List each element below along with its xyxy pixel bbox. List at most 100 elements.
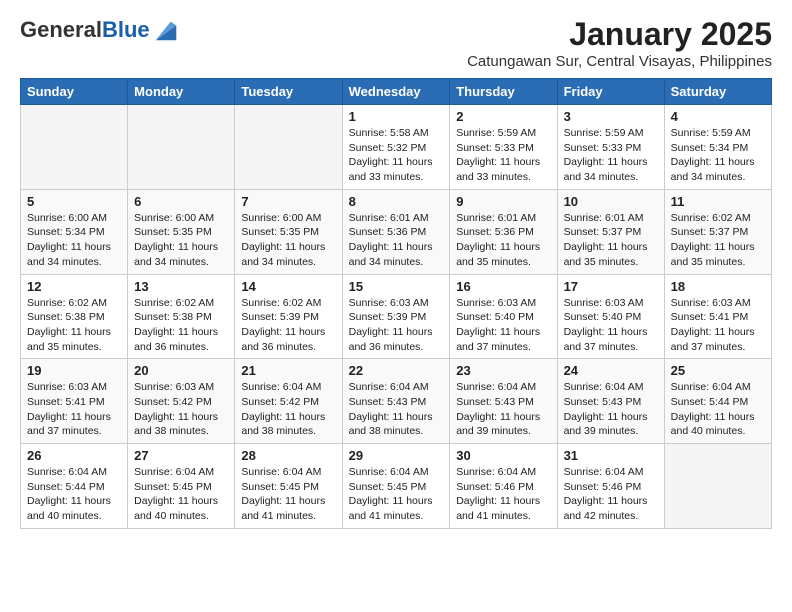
day-number: 29 (349, 448, 444, 463)
weekday-header-sunday: Sunday (21, 79, 128, 105)
logo-icon (152, 16, 180, 44)
calendar-week-4: 19Sunrise: 6:03 AMSunset: 5:41 PMDayligh… (21, 359, 772, 444)
calendar-week-3: 12Sunrise: 6:02 AMSunset: 5:38 PMDayligh… (21, 274, 772, 359)
daylight-text: Daylight: 11 hours and 34 minutes. (564, 156, 648, 183)
daylight-text: Daylight: 11 hours and 33 minutes. (456, 156, 540, 183)
day-number: 3 (564, 109, 658, 124)
calendar-cell: 27Sunrise: 6:04 AMSunset: 5:45 PMDayligh… (128, 444, 235, 529)
sunset-text: Sunset: 5:43 PM (456, 396, 534, 408)
sunset-text: Sunset: 5:44 PM (27, 481, 105, 493)
calendar-cell: 22Sunrise: 6:04 AMSunset: 5:43 PMDayligh… (342, 359, 450, 444)
day-info: Sunrise: 6:00 AMSunset: 5:35 PMDaylight:… (241, 211, 335, 270)
calendar-week-2: 5 Sunrise: 6:00 AM Sunset: 5:34 PM Daylight… (21, 189, 772, 274)
daylight-text: Daylight: 11 hours and 36 minutes. (241, 326, 325, 353)
day-info: Sunrise: 6:04 AMSunset: 5:45 PMDaylight:… (349, 465, 444, 524)
calendar-cell: 6 Sunrise: 6:00 AMSunset: 5:35 PMDaylight… (128, 189, 235, 274)
calendar-cell: 30Sunrise: 6:04 AMSunset: 5:46 PMDayligh… (450, 444, 557, 529)
day-info: Sunrise: 6:04 AMSunset: 5:43 PMDaylight:… (456, 380, 550, 439)
sunrise-text: Sunrise: 6:04 AM (564, 381, 644, 393)
day-number: 31 (564, 448, 658, 463)
day-info: Sunrise: 6:04 AMSunset: 5:45 PMDaylight:… (134, 465, 228, 524)
sunrise-text: Sunrise: 6:01 AM (456, 212, 536, 224)
sunset-text: Sunset: 5:34 PM (27, 226, 105, 238)
calendar-cell (128, 105, 235, 190)
calendar-cell: 26Sunrise: 6:04 AMSunset: 5:44 PMDayligh… (21, 444, 128, 529)
sunrise-text: Sunrise: 6:01 AM (349, 212, 429, 224)
sunrise-text: Sunrise: 6:02 AM (671, 212, 751, 224)
sunset-text: Sunset: 5:42 PM (134, 396, 212, 408)
daylight-text: Daylight: 11 hours and 34 minutes. (671, 156, 755, 183)
sunset-text: Sunset: 5:40 PM (456, 311, 534, 323)
daylight-text: Daylight: 11 hours and 37 minutes. (456, 326, 540, 353)
sunset-text: Sunset: 5:45 PM (241, 481, 319, 493)
daylight-text: Daylight: 11 hours and 37 minutes. (564, 326, 648, 353)
sunset-text: Sunset: 5:36 PM (456, 226, 534, 238)
daylight-text: Daylight: 11 hours and 34 minutes. (134, 241, 218, 268)
day-number: 4 (671, 109, 765, 124)
day-number: 28 (241, 448, 335, 463)
page-subtitle: Catungawan Sur, Central Visayas, Philipp… (467, 53, 772, 70)
day-info: Sunrise: 6:00 AMSunset: 5:35 PMDaylight:… (134, 211, 228, 270)
sunset-text: Sunset: 5:33 PM (456, 142, 534, 154)
calendar-cell (21, 105, 128, 190)
daylight-text: Daylight: 11 hours and 35 minutes. (671, 241, 755, 268)
day-number: 11 (671, 194, 765, 209)
sunrise-text: Sunrise: 6:04 AM (241, 466, 321, 478)
sunrise-text: Sunrise: 6:03 AM (564, 297, 644, 309)
day-number: 17 (564, 279, 658, 294)
daylight-text: Daylight: 11 hours and 36 minutes. (349, 326, 433, 353)
daylight-text: Daylight: 11 hours and 40 minutes. (671, 411, 755, 438)
daylight-text: Daylight: 11 hours and 36 minutes. (134, 326, 218, 353)
day-number: 6 (134, 194, 228, 209)
day-info: Sunrise: 6:00 AM Sunset: 5:34 PM Daylight:… (27, 211, 121, 270)
sunrise-text: Sunrise: 6:00 AM (241, 212, 321, 224)
sunset-text: Sunset: 5:39 PM (349, 311, 427, 323)
calendar-cell (664, 444, 771, 529)
weekday-header-wednesday: Wednesday (342, 79, 450, 105)
day-info: Sunrise: 6:04 AM Sunset: 5:42 PM Daylight:… (241, 380, 335, 439)
calendar-cell: 16Sunrise: 6:03 AMSunset: 5:40 PMDayligh… (450, 274, 557, 359)
daylight-text: Daylight: 11 hours and 38 minutes. (349, 411, 433, 438)
day-info: Sunrise: 5:59 AMSunset: 5:34 PMDaylight:… (671, 126, 765, 185)
day-info: Sunrise: 6:03 AMSunset: 5:40 PMDaylight:… (456, 296, 550, 355)
sunset-text: Sunset: 5:42 PM (241, 396, 319, 408)
day-info: Sunrise: 6:03 AMSunset: 5:41 PMDaylight:… (27, 380, 121, 439)
sunset-text: Sunset: 5:33 PM (564, 142, 642, 154)
logo: GeneralBlue (20, 16, 180, 44)
sunrise-text: Sunrise: 6:04 AM (241, 381, 321, 393)
day-number: 20 (134, 363, 228, 378)
daylight-text: Daylight: 11 hours and 38 minutes. (241, 411, 325, 438)
day-info: Sunrise: 6:01 AMSunset: 5:37 PMDaylight:… (564, 211, 658, 270)
calendar-cell: 14Sunrise: 6:02 AMSunset: 5:39 PMDayligh… (235, 274, 342, 359)
sunset-text: Sunset: 5:43 PM (349, 396, 427, 408)
page-title: January 2025 (467, 16, 772, 53)
day-info: Sunrise: 6:04 AM Sunset: 5:43 PM Daylight:… (349, 380, 444, 439)
sunrise-text: Sunrise: 6:04 AM (349, 381, 429, 393)
sunrise-text: Sunrise: 6:04 AM (456, 381, 536, 393)
day-number: 9 (456, 194, 550, 209)
sunset-text: Sunset: 5:38 PM (27, 311, 105, 323)
weekday-header-tuesday: Tuesday (235, 79, 342, 105)
sunset-text: Sunset: 5:38 PM (134, 311, 212, 323)
calendar-cell: 21Sunrise: 6:04 AMSunset: 5:42 PMDayligh… (235, 359, 342, 444)
page-header: GeneralBlue January 2025 Catungawan Sur,… (20, 16, 772, 70)
calendar-week-5: 26Sunrise: 6:04 AMSunset: 5:44 PMDayligh… (21, 444, 772, 529)
daylight-text: Daylight: 11 hours and 41 minutes. (349, 495, 433, 522)
day-number: 10 (564, 194, 658, 209)
day-number: 5 (27, 194, 121, 209)
calendar-cell: 12Sunrise: 6:02 AMSunset: 5:38 PMDayligh… (21, 274, 128, 359)
day-info: Sunrise: 6:02 AMSunset: 5:38 PMDaylight:… (27, 296, 121, 355)
calendar-cell: 4 Sunrise: 5:59 AMSunset: 5:34 PMDaylight… (664, 105, 771, 190)
sunset-text: Sunset: 5:44 PM (671, 396, 749, 408)
sunrise-text: Sunrise: 6:03 AM (671, 297, 751, 309)
calendar-cell: 23Sunrise: 6:04 AMSunset: 5:43 PMDayligh… (450, 359, 557, 444)
weekday-header-friday: Friday (557, 79, 664, 105)
day-number: 8 (349, 194, 444, 209)
sunset-text: Sunset: 5:34 PM (671, 142, 749, 154)
daylight-text: Daylight: 11 hours and 34 minutes. (27, 241, 111, 268)
day-number: 2 (456, 109, 550, 124)
calendar-cell: 29 Sunrise: 6:04 AMSunset: 5:45 PMDayligh… (342, 444, 450, 529)
calendar-cell: 11Sunrise: 6:02 AMSunset: 5:37 PMDayligh… (664, 189, 771, 274)
sunrise-text: Sunrise: 6:00 AM (27, 212, 107, 224)
sunset-text: Sunset: 5:45 PM (134, 481, 212, 493)
